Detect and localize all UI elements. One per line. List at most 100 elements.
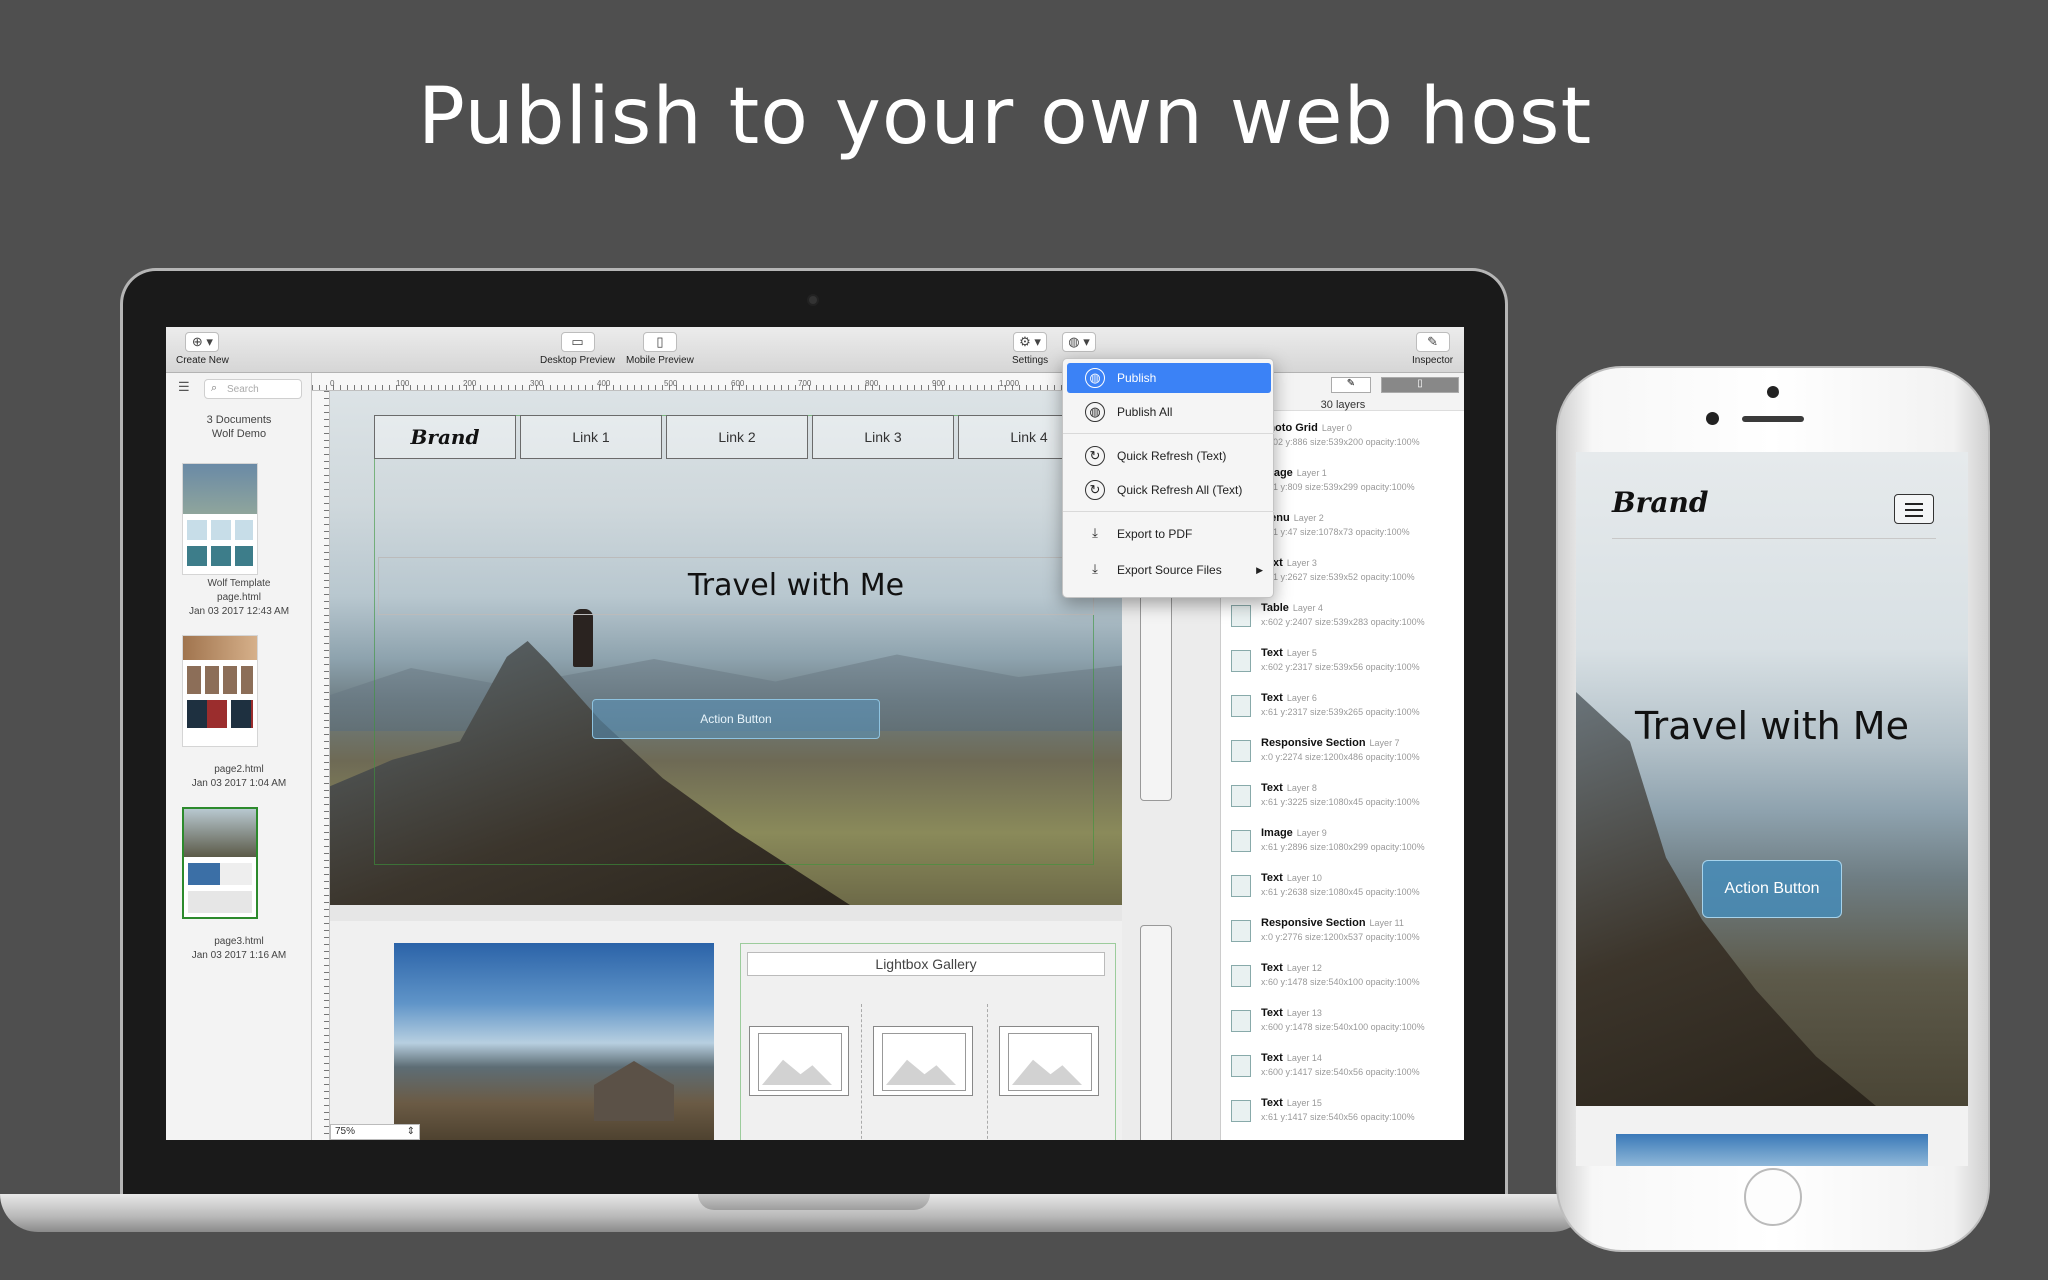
documents-pane: ☰ ⌕ Search 3 Documents Wolf Demo Wolf Te… xyxy=(166,373,312,1140)
layer-row[interactable]: Table Layer 4 x:602 y:2407 size:539x283 op… xyxy=(1221,599,1464,644)
layer-row[interactable]: Text Layer 6 x:61 y:2317 size:539x265 opac… xyxy=(1221,689,1464,734)
create-new-item[interactable]: ⊕ ▾ Create New xyxy=(176,332,229,366)
plus-icon[interactable]: ⊕ ▾ xyxy=(185,332,220,352)
action-button[interactable]: Action Button xyxy=(592,699,880,739)
layer-row[interactable]: Text Layer 14 x:600 y:1417 size:540x56 opa… xyxy=(1221,1049,1464,1094)
layer-meta: x:602 y:886 size:539x200 opacity:100% xyxy=(1261,437,1420,447)
settings-item[interactable]: ⚙ ▾ Settings xyxy=(1012,332,1048,366)
layer-meta: x:600 y:1478 size:540x100 opacity:100% xyxy=(1261,1022,1425,1032)
mobile-icon[interactable]: ▯ xyxy=(642,332,677,352)
layer-meta: x:600 y:1417 size:540x56 opacity:100% xyxy=(1261,1067,1420,1077)
menu-label: Quick Refresh All (Text) xyxy=(1117,483,1243,497)
gear-icon[interactable]: ⚙ ▾ xyxy=(1013,332,1048,352)
list-icon[interactable]: ☰ xyxy=(178,380,194,395)
doc-file-1: page.html xyxy=(217,592,261,603)
globe-icon[interactable]: ◍ ▾ xyxy=(1062,332,1096,352)
doc-thumbnail-3-selected[interactable] xyxy=(182,807,258,919)
menu-item-publish-all[interactable]: ◍ Publish All xyxy=(1067,397,1271,427)
layer-type-icon xyxy=(1231,1055,1251,1077)
phone-sensor xyxy=(1767,386,1779,398)
image-placeholder-icon[interactable] xyxy=(749,1026,849,1096)
doc-thumbnail-2[interactable] xyxy=(182,635,258,747)
doc-date-2: Jan 03 2017 1:04 AM xyxy=(191,778,287,789)
ruler-mark: 400 xyxy=(597,379,611,388)
seg-device-icon[interactable]: ▯ xyxy=(1381,377,1459,393)
menu-item-export-pdf[interactable]: ⤓ Export to PDF xyxy=(1067,519,1271,549)
desktop-icon[interactable]: ▭ xyxy=(560,332,595,352)
download-icon: ⤓ xyxy=(1092,525,1098,540)
section-handle[interactable] xyxy=(1140,925,1172,1140)
layer-name: Responsive Section Layer 7 xyxy=(1261,737,1400,749)
search-input[interactable]: ⌕ Search xyxy=(204,379,302,399)
phone-home-button[interactable] xyxy=(1744,1168,1802,1226)
layer-name: Table Layer 4 xyxy=(1261,602,1323,614)
nav-brand[interactable]: Brand xyxy=(374,415,516,459)
doc-file-3: page3.html xyxy=(214,936,264,947)
layer-row[interactable]: Text Layer 5 x:602 y:2317 size:539x56 opac… xyxy=(1221,644,1464,689)
hero-title-text: Travel with Me xyxy=(687,568,905,603)
layer-name: Text Layer 6 xyxy=(1261,692,1317,704)
layer-row[interactable]: Text Layer 8 x:61 y:3225 size:1080x45 opac… xyxy=(1221,779,1464,824)
nav-link-2[interactable]: Link 2 xyxy=(666,415,808,459)
stone-hut xyxy=(594,1061,674,1121)
layer-row[interactable]: Image Layer 9 x:61 y:2896 size:1080x299 op… xyxy=(1221,824,1464,869)
desktop-preview-item[interactable]: ▭ Desktop Preview xyxy=(540,332,615,366)
layer-row[interactable]: Responsive Section Layer 7 x:0 y:2274 size… xyxy=(1221,734,1464,779)
document-count: 3 Documents Wolf Demo xyxy=(166,413,312,441)
doc-thumbnail-1[interactable] xyxy=(182,463,258,575)
globe-icon: ◍ xyxy=(1085,368,1105,388)
image-placeholder-icon[interactable] xyxy=(999,1026,1099,1096)
image-placeholder-icon[interactable] xyxy=(873,1026,973,1096)
layer-type-icon xyxy=(1231,965,1251,987)
layer-meta: x:602 y:2407 size:539x283 opacity:100% xyxy=(1261,617,1425,627)
layer-meta: x:0 y:2776 size:1200x537 opacity:100% xyxy=(1261,932,1420,942)
doc-file-2: page2.html xyxy=(214,764,264,775)
layer-row[interactable]: Text Layer 12 x:60 y:1478 size:540x100 opa… xyxy=(1221,959,1464,1004)
mobile-preview-item[interactable]: ▯ Mobile Preview xyxy=(626,332,694,366)
layer-row[interactable]: Text Layer 13 x:600 y:1478 size:540x100 op… xyxy=(1221,1004,1464,1049)
layer-type-icon xyxy=(1231,920,1251,942)
layer-type-icon xyxy=(1231,830,1251,852)
cabin-photo[interactable] xyxy=(394,943,714,1140)
mobile-brand[interactable]: Brand xyxy=(1612,486,1709,519)
zoom-value: 75% xyxy=(335,1126,356,1137)
design-canvas[interactable]: Brand Link 1 Link 2 Link 3 Link 4 Travel… xyxy=(330,391,1122,1140)
ruler-mark: 700 xyxy=(798,379,812,388)
lightbox-gallery[interactable]: Lightbox Gallery xyxy=(740,943,1116,1140)
layer-type-icon xyxy=(1231,740,1251,762)
settings-label: Settings xyxy=(1012,355,1049,366)
section-outline xyxy=(374,415,1094,865)
mobile-action-button[interactable]: Action Button xyxy=(1702,860,1842,918)
search-placeholder: Search xyxy=(227,384,259,395)
publish-menu-item[interactable]: ◍ ▾ xyxy=(1062,332,1096,352)
hamburger-menu-icon[interactable] xyxy=(1894,494,1934,524)
nav-link-3[interactable]: Link 3 xyxy=(812,415,954,459)
layer-name: Text Layer 10 xyxy=(1261,872,1322,884)
layer-meta: x:61 y:809 size:539x299 opacity:100% xyxy=(1261,482,1415,492)
headline: Publish to your own web host xyxy=(417,72,1593,162)
publish-dropdown-menu: ◍ Publish ◍ Publish All ↻ Quick Refresh … xyxy=(1062,358,1275,598)
inspector-item[interactable]: ✎ Inspector xyxy=(1412,332,1453,366)
layer-row[interactable]: Text Layer 10 x:61 y:2638 size:1080x45 opa… xyxy=(1221,869,1464,914)
layer-row[interactable]: Text Layer 15 x:61 y:1417 size:540x56 opac… xyxy=(1221,1094,1464,1139)
brush-icon[interactable]: ✎ xyxy=(1415,332,1450,352)
nav-link-1[interactable]: Link 1 xyxy=(520,415,662,459)
layer-meta: x:60 y:1478 size:540x100 opacity:100% xyxy=(1261,977,1420,987)
doc-date-1: Jan 03 2017 12:43 AM xyxy=(188,606,290,617)
menu-label: Publish xyxy=(1117,371,1157,385)
seg-pen-icon[interactable]: ✎ xyxy=(1331,377,1371,393)
menu-item-quick-refresh[interactable]: ↻ Quick Refresh (Text) xyxy=(1067,441,1271,471)
menu-item-publish[interactable]: ◍ Publish xyxy=(1067,363,1271,393)
layer-type-icon xyxy=(1231,650,1251,672)
menu-item-export-source[interactable]: ⤓ Export Source Files ▶ xyxy=(1067,555,1271,585)
doc-title-2: page2.html Jan 03 2017 1:04 AM xyxy=(166,763,312,791)
menu-item-quick-refresh-all[interactable]: ↻ Quick Refresh All (Text) xyxy=(1067,475,1271,505)
layer-row[interactable]: Responsive Section Layer 11 x:0 y:2776 siz… xyxy=(1221,914,1464,959)
nav-menu[interactable]: Brand Link 1 Link 2 Link 3 Link 4 xyxy=(374,415,1100,459)
vertical-ruler xyxy=(312,391,330,1140)
zoom-select[interactable]: 75% ⇕ xyxy=(330,1124,420,1140)
hero-title[interactable]: Travel with Me xyxy=(378,557,1094,615)
horizontal-ruler: 0 100 200 300 400 500 600 700 800 900 1,… xyxy=(312,373,1122,391)
layer-name: Text Layer 15 xyxy=(1261,1097,1322,1109)
second-section[interactable]: Lightbox Gallery xyxy=(330,921,1122,1140)
